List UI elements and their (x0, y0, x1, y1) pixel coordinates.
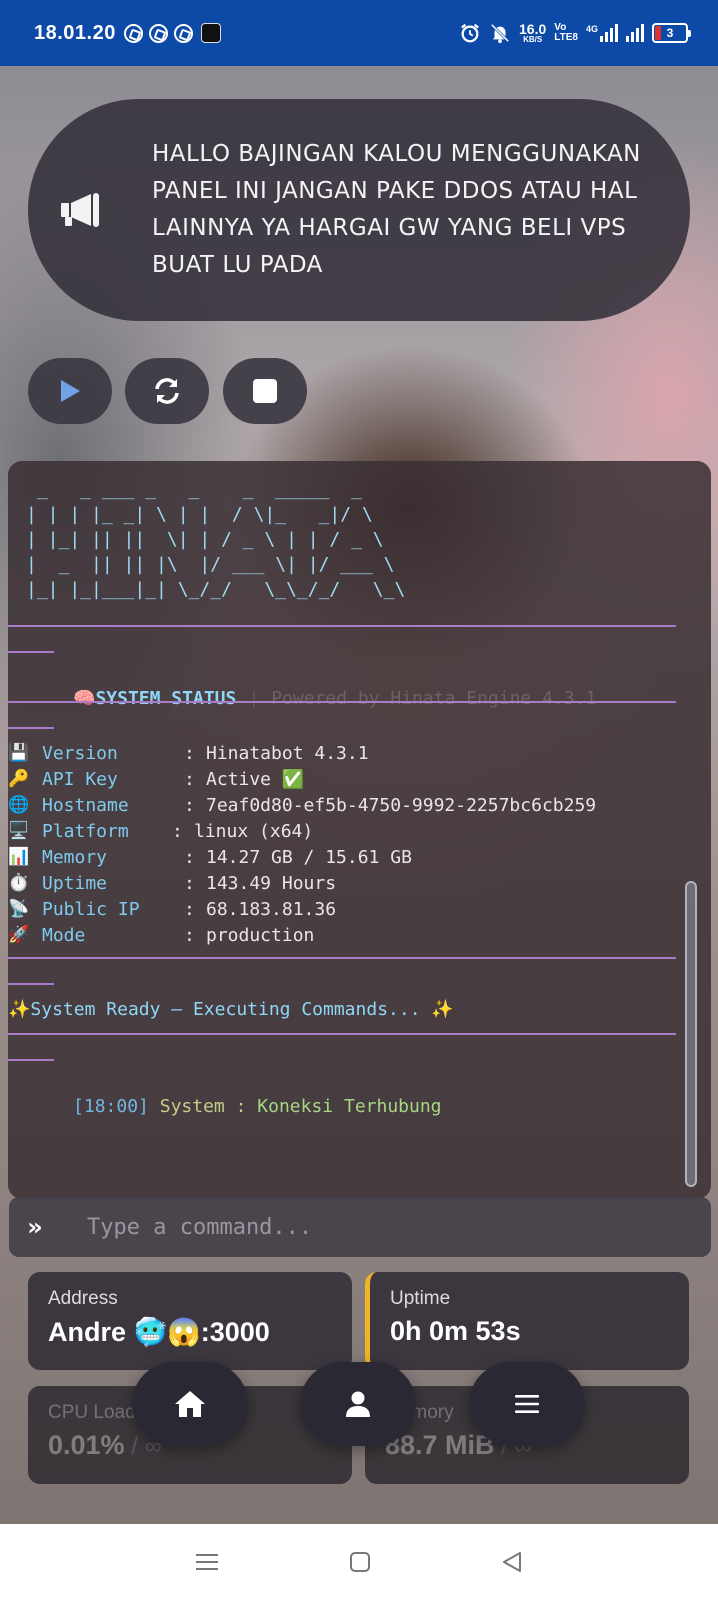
divider (8, 1033, 676, 1035)
start-button[interactable] (28, 358, 112, 424)
divider (8, 957, 676, 959)
uptime-value: 0h 0m 53s (390, 1316, 521, 1346)
system-navigation-bar (0, 1524, 718, 1599)
megaphone-icon (28, 190, 138, 230)
status-bar: 18.01.20 16.0 KB/S Vo LTE8 4G 3 (0, 0, 718, 66)
divider (8, 625, 676, 627)
signal-icon (600, 24, 618, 42)
info-row-memory: 📊 Memory:14.27 GB / 15.61 GB (8, 847, 412, 868)
address-value: Andre 🥶😱:3000 (48, 1317, 270, 1347)
info-row-api-key: 🔑 API Key: Active ✅ (8, 769, 305, 790)
rocket-icon: 🚀 (8, 925, 30, 945)
log-source: System : (159, 1096, 247, 1117)
command-input[interactable] (87, 1214, 711, 1240)
info-row-hostname: 🌐 Hostname:7eaf0d80-ef5b-4750-9992-2257bc… (8, 795, 597, 816)
home-icon (175, 1391, 205, 1417)
system-status-title: SYSTEM STATUS (95, 688, 237, 709)
chart-icon: 📊 (8, 847, 30, 867)
announcement-text: HALLO BAJINGAN KALOU MENGGUNAKAN PANEL I… (152, 141, 641, 278)
uptime-card: Uptime 0h 0m 53s (365, 1272, 689, 1370)
command-bar: » (9, 1197, 711, 1257)
user-icon (346, 1391, 370, 1417)
menu-icon (515, 1395, 539, 1413)
whatsapp-icon (173, 23, 193, 43)
divider (8, 983, 54, 985)
clock: 18.01.20 (34, 21, 116, 44)
address-label: Address (48, 1288, 118, 1309)
log-message: Koneksi Terhubung (257, 1096, 442, 1117)
signal-icon (626, 24, 644, 42)
info-row-public-ip: 📡 Public IP:68.183.81.36 (8, 899, 337, 920)
stop-button[interactable] (223, 358, 307, 424)
info-row-platform: 🖥️ Platform: linux (x64) (8, 821, 314, 842)
back-icon[interactable] (501, 1551, 523, 1573)
stop-icon (253, 379, 277, 403)
play-icon (61, 380, 80, 402)
info-row-version: 💾 Version: Hinatabot 4.3.1 (8, 743, 369, 764)
divider (8, 1059, 54, 1061)
floppy-icon: 💾 (8, 743, 30, 763)
battery-icon: 3 (652, 23, 691, 43)
restart-button[interactable] (125, 358, 209, 424)
uptime-label: Uptime (390, 1288, 451, 1309)
system-status-line: 🧠SYSTEM STATUS | Powered by Hinata Engine … (73, 688, 597, 709)
log-line: [18:00] System : Koneksi Terhubung (8, 1075, 442, 1138)
key-icon: 🔑 (8, 769, 30, 789)
globe-icon: 🌐 (8, 795, 30, 815)
satellite-icon: 📡 (8, 899, 30, 919)
status-bar-left: 18.01.20 (34, 22, 221, 45)
nav-profile-button[interactable] (300, 1362, 416, 1446)
network-speed: 16.0 KB/S (519, 21, 547, 44)
info-row-uptime: ⏱️ Uptime:143.49 Hours (8, 873, 337, 894)
divider (8, 701, 676, 703)
ascii-logo: _ _ ___ _ _ _ _____ _ | | | |_ _| \ | | … (26, 479, 406, 600)
info-row-mode: 🚀 Mode: production (8, 925, 315, 946)
app-notification-icon (200, 23, 221, 43)
nav-home-button[interactable] (132, 1362, 248, 1446)
system-ready-line: ✨System Ready — Executing Commands... ✨ (8, 999, 454, 1020)
stopwatch-icon: ⏱️ (8, 873, 30, 893)
powered-by-text: Powered by Hinata Engine 4.3.1 (271, 688, 597, 709)
terminal-console[interactable]: _ _ ___ _ _ _ _____ _ | | | |_ _| \ | | … (8, 461, 711, 1199)
log-time: [18:00] (73, 1096, 149, 1117)
status-bar-right: 16.0 KB/S Vo LTE8 4G 3 (459, 21, 691, 44)
refresh-icon (155, 378, 179, 404)
divider (8, 727, 54, 729)
nav-menu-button[interactable] (469, 1362, 585, 1446)
home-square-icon[interactable] (349, 1551, 371, 1573)
recents-icon[interactable] (195, 1552, 219, 1572)
terminal-scrollbar[interactable] (685, 881, 697, 1187)
address-card: Address Andre 🥶😱:3000 (28, 1272, 352, 1370)
whatsapp-icon (148, 23, 168, 43)
divider (8, 651, 54, 653)
whatsapp-icon (123, 23, 143, 43)
alarm-icon (461, 23, 479, 43)
app-screen: HALLO BAJINGAN KALOU MENGGUNAKAN PANEL I… (0, 66, 718, 1524)
mute-bell-icon (490, 23, 510, 44)
volte-indicator: Vo LTE8 (554, 21, 578, 43)
announcement-banner: HALLO BAJINGAN KALOU MENGGUNAKAN PANEL I… (28, 99, 690, 321)
prompt-icon: » (27, 1213, 43, 1241)
signal-4g: 4G (586, 24, 618, 42)
brain-icon: 🧠 (73, 688, 96, 709)
desktop-icon: 🖥️ (8, 821, 30, 841)
